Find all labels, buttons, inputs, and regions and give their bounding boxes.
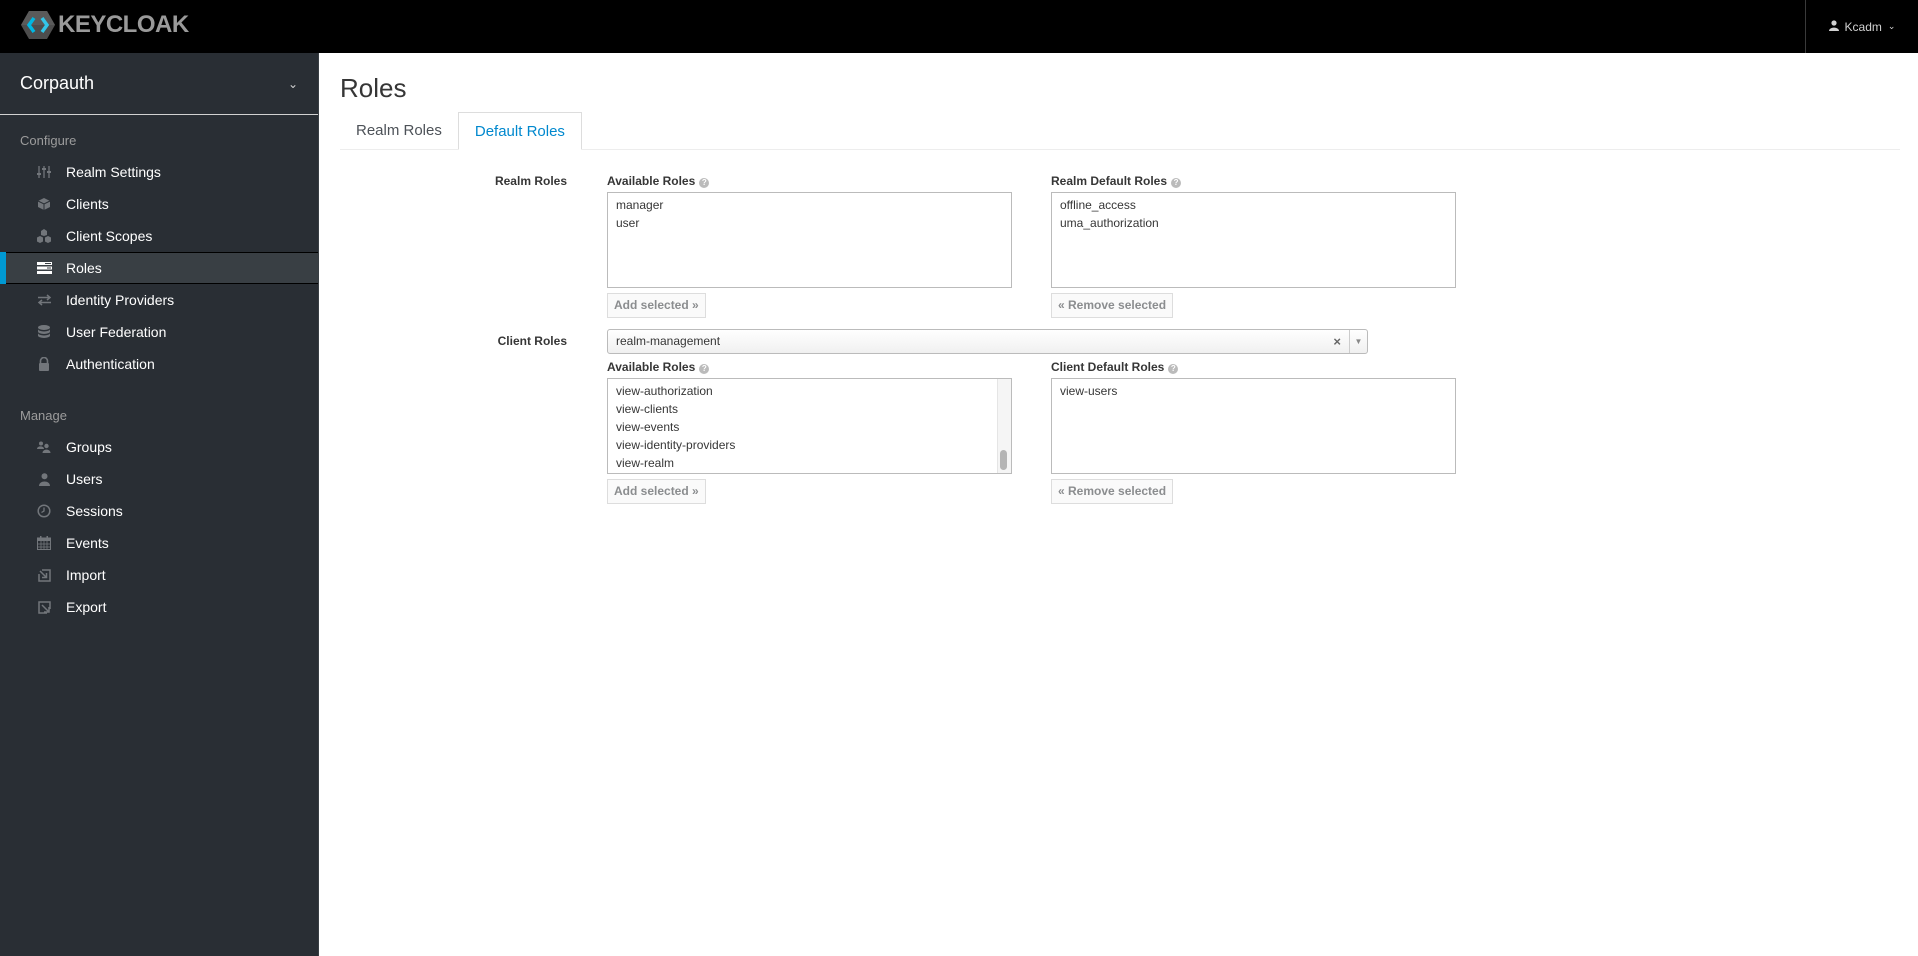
dropdown-arrow-icon[interactable]: ▼ xyxy=(1349,330,1367,353)
realm-add-selected-button[interactable]: Add selected » xyxy=(607,293,706,318)
lock-icon xyxy=(36,356,52,372)
sidebar-item-client-scopes[interactable]: Client Scopes xyxy=(0,220,318,252)
sidebar-item-import[interactable]: Import xyxy=(0,559,318,591)
top-navbar: KEYCLOAK Kcadm ⌄ xyxy=(0,0,1918,53)
realm-available-roles-list[interactable]: manager user xyxy=(607,192,1012,288)
sidebar-item-label: Clients xyxy=(66,196,109,212)
client-add-selected-button[interactable]: Add selected » xyxy=(607,479,706,504)
clear-icon[interactable]: × xyxy=(1333,330,1341,353)
realm-default-roles-label: Realm Default Roles? xyxy=(1051,174,1182,188)
sidebar-item-label: Realm Settings xyxy=(66,164,161,180)
sidebar-item-users[interactable]: Users xyxy=(0,463,318,495)
cube-icon xyxy=(36,196,52,212)
list-item[interactable]: user xyxy=(608,214,1011,232)
sidebar-item-label: Identity Providers xyxy=(66,292,175,308)
user-icon xyxy=(1828,19,1839,34)
tab-realm-roles[interactable]: Realm Roles xyxy=(340,112,458,150)
client-select[interactable]: realm-management × ▼ xyxy=(607,329,1368,354)
sidebar-item-label: Import xyxy=(66,567,106,583)
help-icon[interactable]: ? xyxy=(699,178,710,188)
user-menu[interactable]: Kcadm ⌄ xyxy=(1805,0,1918,53)
sidebar-item-label: Authentication xyxy=(66,356,155,372)
cubes-icon xyxy=(36,228,52,244)
tabs: Realm Roles Default Roles xyxy=(340,112,1900,150)
client-available-roles-list[interactable]: view-authorization view-clients view-eve… xyxy=(607,378,1012,474)
main-content: Roles Realm Roles Default Roles Realm Ro… xyxy=(340,53,1900,504)
exchange-icon xyxy=(36,292,52,308)
realm-name: Corpauth xyxy=(20,73,95,93)
nav-section-manage: Manage xyxy=(20,408,67,423)
sidebar-item-events[interactable]: Events xyxy=(0,527,318,559)
client-remove-selected-button[interactable]: « Remove selected xyxy=(1051,479,1174,504)
sidebar-item-label: User Federation xyxy=(66,324,167,340)
page-title: Roles xyxy=(340,73,407,103)
scrollbar[interactable] xyxy=(997,379,1011,473)
chevron-down-icon: ⌄ xyxy=(287,76,298,91)
realm-remove-selected-button[interactable]: « Remove selected xyxy=(1051,293,1174,318)
realm-roles-label: Realm Roles xyxy=(494,174,567,188)
sidebar-item-label: Groups xyxy=(66,439,112,455)
available-roles-label: Available Roles? xyxy=(607,174,710,188)
sidebar-item-label: Roles xyxy=(66,260,102,276)
database-icon xyxy=(36,324,52,340)
list-item[interactable]: offline_access xyxy=(1052,196,1455,214)
sidebar-item-roles[interactable]: Roles xyxy=(0,252,318,284)
sidebar-item-export[interactable]: Export xyxy=(0,591,318,623)
sidebar-item-label: Client Scopes xyxy=(66,228,153,244)
client-default-roles-list[interactable]: view-users xyxy=(1051,378,1456,474)
client-default-roles-label: Client Default Roles? xyxy=(1051,360,1179,374)
sidebar-item-clients[interactable]: Clients xyxy=(0,188,318,220)
sidebar-item-label: Sessions xyxy=(66,503,123,519)
help-icon[interactable]: ? xyxy=(1168,364,1179,374)
sidebar-item-label: Users xyxy=(66,471,103,487)
users-icon xyxy=(36,439,52,455)
help-icon[interactable]: ? xyxy=(1171,178,1182,188)
brand-name: KEYCLOAK xyxy=(58,11,189,38)
scroll-thumb[interactable] xyxy=(1000,450,1007,470)
sliders-icon xyxy=(36,164,52,180)
sidebar-item-user-federation[interactable]: User Federation xyxy=(0,316,318,348)
roles-icon xyxy=(36,260,52,276)
client-roles-label: Client Roles xyxy=(497,334,567,348)
calendar-icon xyxy=(36,535,52,551)
sidebar-item-label: Export xyxy=(66,599,107,615)
sidebar-item-label: Events xyxy=(66,535,109,551)
help-icon[interactable]: ? xyxy=(699,364,710,374)
realm-selector[interactable]: Corpauth ⌄ xyxy=(0,53,318,115)
chevron-down-icon: ⌄ xyxy=(1887,21,1896,31)
list-item[interactable]: view-users xyxy=(1052,382,1455,400)
clock-icon xyxy=(36,503,52,519)
list-item[interactable]: view-clients xyxy=(608,400,1011,418)
list-item[interactable]: view-authorization xyxy=(608,382,1011,400)
sidebar-item-authentication[interactable]: Authentication xyxy=(0,348,318,380)
keycloak-logo-icon xyxy=(21,11,55,39)
user-icon xyxy=(36,471,52,487)
client-available-roles-label: Available Roles? xyxy=(607,360,710,374)
keycloak-logo[interactable]: KEYCLOAK xyxy=(20,10,189,40)
export-icon xyxy=(36,599,52,615)
import-icon xyxy=(36,567,52,583)
sidebar-item-sessions[interactable]: Sessions xyxy=(0,495,318,527)
sidebar-item-identity-providers[interactable]: Identity Providers xyxy=(0,284,318,316)
list-item[interactable]: view-events xyxy=(608,418,1011,436)
realm-default-roles-list[interactable]: offline_access uma_authorization xyxy=(1051,192,1456,288)
sidebar-item-realm-settings[interactable]: Realm Settings xyxy=(0,156,318,188)
list-item[interactable]: view-realm xyxy=(608,454,1011,472)
username: Kcadm xyxy=(1844,19,1882,34)
tab-default-roles[interactable]: Default Roles xyxy=(457,112,582,150)
list-item[interactable]: view-identity-providers xyxy=(608,436,1011,454)
nav-section-configure: Configure xyxy=(20,133,77,148)
client-select-value: realm-management xyxy=(616,334,721,348)
sidebar-item-groups[interactable]: Groups xyxy=(0,431,318,463)
sidebar: Corpauth ⌄ Configure Realm Settings Clie… xyxy=(0,53,319,956)
list-item[interactable]: manager xyxy=(608,196,1011,214)
list-item[interactable]: uma_authorization xyxy=(1052,214,1455,232)
